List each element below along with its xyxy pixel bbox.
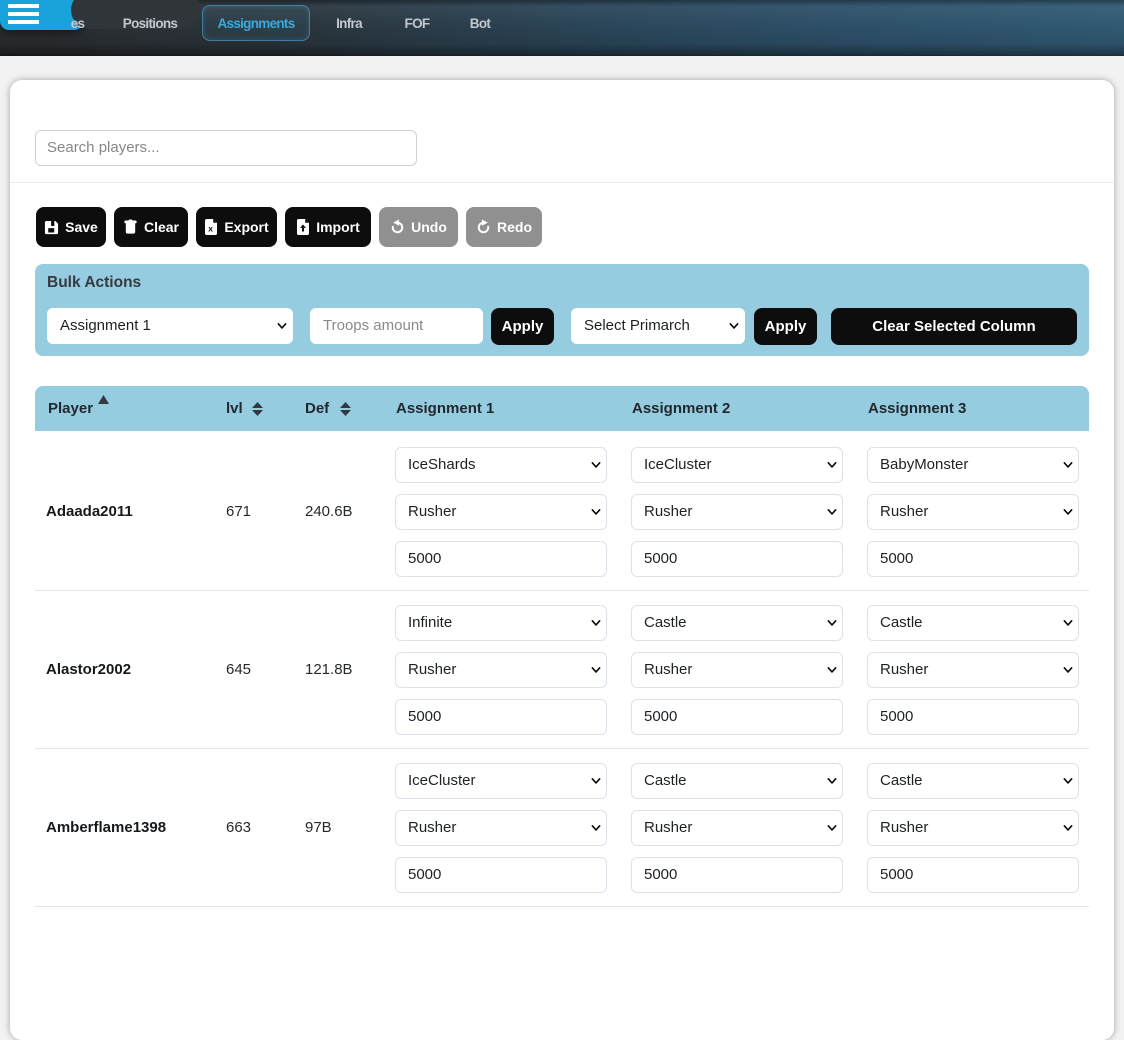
svg-text:x: x: [209, 224, 214, 234]
